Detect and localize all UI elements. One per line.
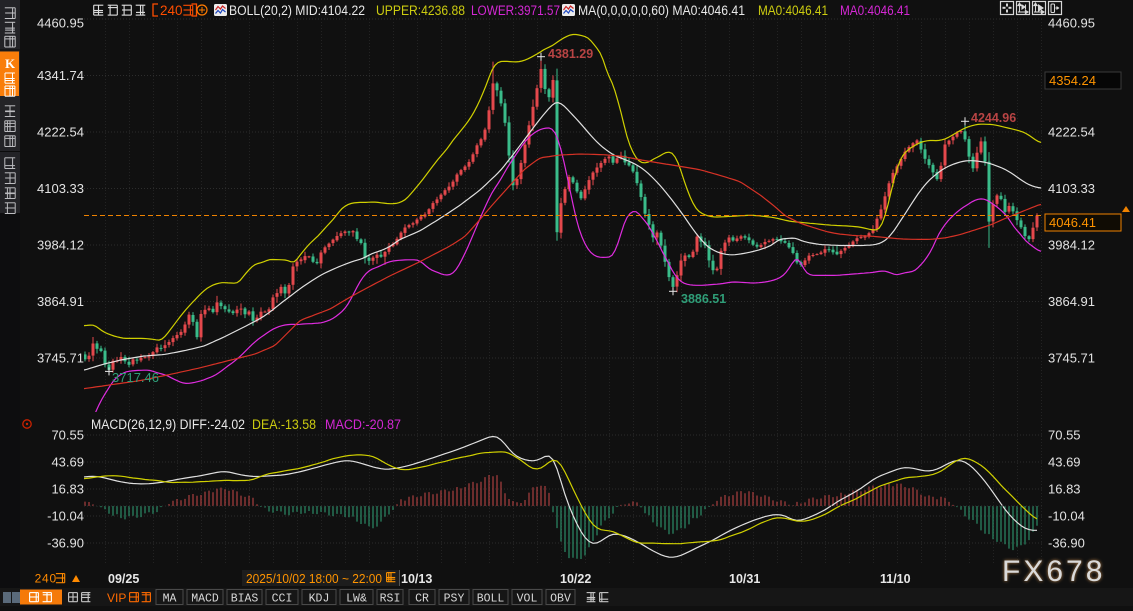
svg-text:CCI: CCI — [272, 593, 293, 606]
svg-text:UPPER:4236.88: UPPER:4236.88 — [376, 3, 465, 18]
svg-text:4341.74: 4341.74 — [37, 68, 84, 83]
svg-text:4222.54: 4222.54 — [37, 125, 84, 140]
svg-text:43.69: 43.69 — [1048, 455, 1081, 470]
svg-text:K: K — [5, 56, 16, 71]
svg-text:CR: CR — [415, 593, 429, 606]
svg-text:FX678: FX678 — [1002, 555, 1105, 588]
svg-text:10/31: 10/31 — [729, 572, 760, 586]
svg-text:MACD:-20.87: MACD:-20.87 — [325, 417, 401, 432]
svg-text:3717.46: 3717.46 — [112, 370, 159, 385]
svg-text:3864.91: 3864.91 — [37, 294, 84, 309]
svg-text:PSY: PSY — [444, 593, 465, 606]
svg-text:70.55: 70.55 — [1048, 428, 1081, 443]
svg-text:4460.95: 4460.95 — [37, 16, 84, 31]
svg-text:70.55: 70.55 — [51, 428, 84, 443]
svg-text:10/13: 10/13 — [401, 572, 432, 586]
svg-text:2: 2 — [35, 572, 42, 586]
svg-text:-36.90: -36.90 — [47, 536, 84, 551]
svg-text:-36.90: -36.90 — [1048, 536, 1085, 551]
svg-text:RSI: RSI — [380, 593, 401, 606]
svg-text:4244.96: 4244.96 — [971, 111, 1016, 125]
svg-text:43.69: 43.69 — [51, 455, 84, 470]
svg-text:MA: MA — [163, 593, 177, 606]
svg-text:KDJ: KDJ — [309, 593, 330, 606]
svg-text:4: 4 — [42, 572, 49, 586]
svg-text:4103.33: 4103.33 — [37, 181, 84, 196]
svg-text:VIP: VIP — [107, 591, 126, 605]
svg-text:3984.12: 3984.12 — [1048, 238, 1095, 253]
svg-text:-10.04: -10.04 — [47, 509, 84, 524]
svg-text:-10.04: -10.04 — [1048, 509, 1085, 524]
svg-text:DEA:-13.58: DEA:-13.58 — [252, 417, 316, 432]
svg-text:LW&: LW& — [346, 593, 367, 606]
svg-text:3864.91: 3864.91 — [1048, 294, 1095, 309]
svg-text:4046.41: 4046.41 — [1049, 215, 1096, 230]
svg-text:11/10: 11/10 — [880, 572, 911, 586]
svg-text:MA0:4046.41: MA0:4046.41 — [758, 3, 828, 18]
svg-text:MA(0,0,0,0,0,60) MA0:4046.41: MA(0,0,0,0,0,60) MA0:4046.41 — [578, 3, 745, 18]
svg-text:3745.71: 3745.71 — [37, 351, 84, 366]
svg-text:3886.51: 3886.51 — [681, 292, 726, 306]
svg-text:4381.29: 4381.29 — [548, 47, 593, 61]
svg-text:BOLL(20,2) MID:4104.22: BOLL(20,2) MID:4104.22 — [229, 3, 365, 18]
svg-text:MACD: MACD — [191, 593, 219, 606]
svg-text:16.83: 16.83 — [1048, 482, 1081, 497]
svg-text:MACD(26,12,9) DIFF:-24.02: MACD(26,12,9) DIFF:-24.02 — [91, 417, 245, 432]
svg-text:240: 240 — [160, 3, 183, 18]
svg-text:4354.24: 4354.24 — [1049, 73, 1096, 88]
svg-text:4222.54: 4222.54 — [1048, 125, 1095, 140]
svg-text:3745.71: 3745.71 — [1048, 351, 1095, 366]
svg-text:BOLL: BOLL — [477, 593, 505, 606]
svg-text:16.83: 16.83 — [51, 482, 84, 497]
svg-text:VOL: VOL — [517, 593, 538, 606]
svg-text:LOWER:3971.57: LOWER:3971.57 — [471, 3, 560, 18]
svg-text:BIAS: BIAS — [231, 593, 259, 606]
svg-text:3984.12: 3984.12 — [37, 238, 84, 253]
svg-text:10/22: 10/22 — [560, 572, 591, 586]
svg-text:4103.33: 4103.33 — [1048, 181, 1095, 196]
svg-text:OBV: OBV — [550, 593, 571, 606]
svg-text:MA0:4046.41: MA0:4046.41 — [840, 3, 910, 18]
svg-text:2025/10/02 18:00 ~ 22:00: 2025/10/02 18:00 ~ 22:00 — [246, 571, 382, 586]
svg-text:4460.95: 4460.95 — [1048, 16, 1095, 31]
svg-text:0: 0 — [50, 572, 57, 586]
svg-text:09/25: 09/25 — [108, 572, 139, 586]
